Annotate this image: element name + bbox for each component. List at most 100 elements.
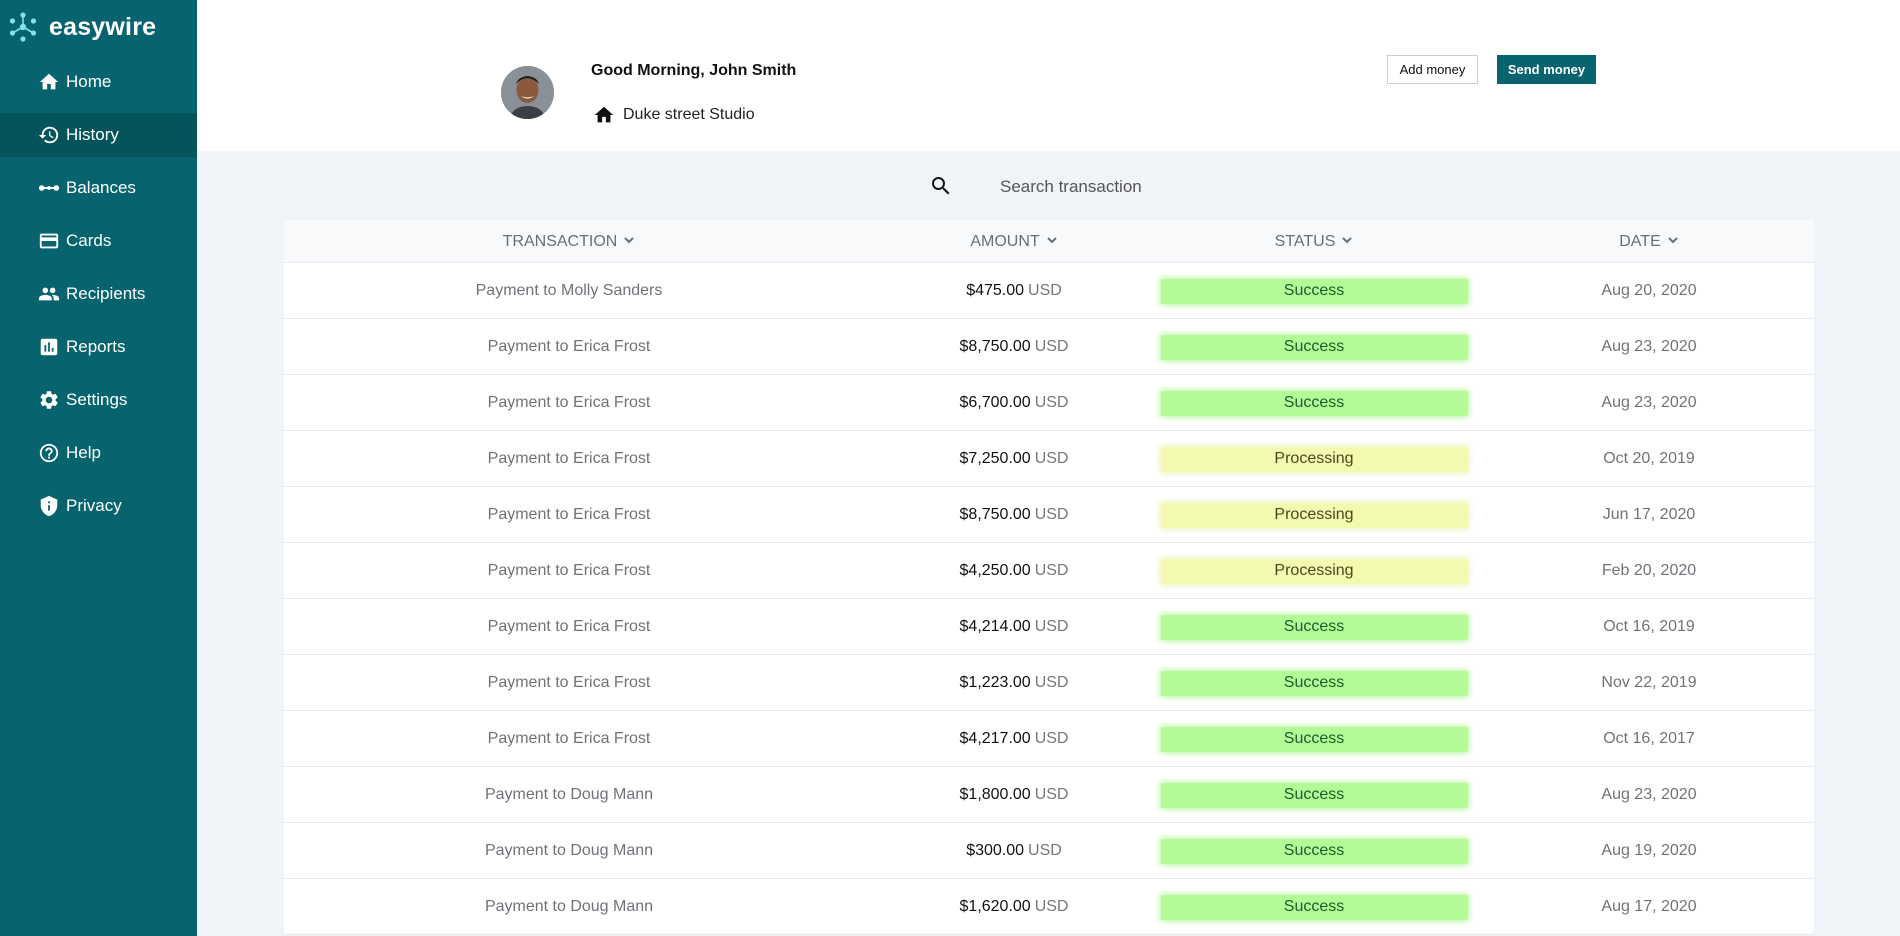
sidebar-item-home[interactable]: Home bbox=[0, 60, 197, 104]
table-row[interactable]: Payment to Erica Frost $7,250.00 USD Proces… bbox=[284, 431, 1814, 487]
column-label: AMOUNT bbox=[970, 232, 1040, 250]
column-header-amount[interactable]: AMOUNT bbox=[854, 220, 1174, 263]
table-row[interactable]: Payment to Erica Frost $1,223.00 USD Succes… bbox=[284, 655, 1814, 711]
table-row[interactable]: Payment to Doug Mann $300.00 USD Success Aug… bbox=[284, 823, 1814, 879]
table-row[interactable]: Payment to Molly Sanders $475.00 USD Succes… bbox=[284, 263, 1814, 319]
amount-cell: $4,250.00 USD bbox=[854, 543, 1174, 599]
send-money-button[interactable]: Send money bbox=[1497, 55, 1596, 84]
transaction-cell: Payment to Doug Mann bbox=[484, 842, 654, 859]
chevron-down-icon bbox=[1046, 236, 1057, 243]
sidebar-item-help[interactable]: Help bbox=[0, 431, 197, 475]
status-badge: Success bbox=[1160, 670, 1468, 696]
column-header-date[interactable]: DATE bbox=[1484, 220, 1814, 263]
sidebar-item-privacy[interactable]: Privacy bbox=[0, 484, 197, 528]
sidebar-item-label: History bbox=[66, 125, 119, 144]
sidebar-item-cards[interactable]: Cards bbox=[0, 219, 197, 263]
history-icon bbox=[37, 124, 60, 147]
status-badge: Processing bbox=[1160, 558, 1468, 584]
chevron-down-icon bbox=[1668, 236, 1678, 243]
status-cell: Success bbox=[1144, 599, 1484, 655]
table-row[interactable]: Payment to Doug Mann $1,800.00 USD Success A… bbox=[284, 767, 1814, 823]
sidebar-item-history[interactable]: History bbox=[0, 113, 197, 157]
sidebar-item-recipients[interactable]: Recipients bbox=[0, 272, 197, 316]
status-badge: Success bbox=[1160, 838, 1468, 864]
amount-currency: USD bbox=[1034, 338, 1069, 355]
status-badge: Success bbox=[1160, 782, 1468, 808]
table-body: Payment to Molly Sanders $475.00 USD Succes… bbox=[284, 263, 1814, 935]
amount-currency: USD bbox=[1034, 786, 1069, 803]
status-cell: Success bbox=[1144, 263, 1484, 319]
logo-icon bbox=[9, 12, 37, 42]
table-row[interactable]: Payment to Doug Mann $1,620.00 USD Success A… bbox=[284, 879, 1814, 935]
amount-value: $4,217.00 bbox=[959, 730, 1031, 747]
amount-value: $4,214.00 bbox=[959, 618, 1031, 635]
logo[interactable]: easywire bbox=[6, 9, 156, 45]
sidebar-item-label: Home bbox=[66, 72, 112, 91]
card-icon bbox=[37, 230, 60, 253]
sidebar-item-label: Recipients bbox=[66, 284, 146, 303]
sidebar-item-label: Balances bbox=[66, 178, 136, 197]
table-row[interactable]: Payment to Erica Frost $4,217.00 USD Succes… bbox=[284, 711, 1814, 767]
amount-cell: $1,223.00 USD bbox=[854, 655, 1174, 711]
table-row[interactable]: Payment to Erica Frost $4,214.00 USD Succes… bbox=[284, 599, 1814, 655]
status-cell: Processing bbox=[1144, 431, 1484, 487]
amount-cell: $4,214.00 USD bbox=[854, 599, 1174, 655]
amount-cell: $475.00 USD bbox=[854, 263, 1174, 319]
add-money-button[interactable]: Add money bbox=[1387, 55, 1478, 84]
amount-cell: $300.00 USD bbox=[854, 823, 1174, 879]
status-cell: Processing bbox=[1144, 543, 1484, 599]
amount-cell: $4,217.00 USD bbox=[854, 711, 1174, 767]
chart-icon bbox=[37, 336, 60, 359]
amount-value: $4,250.00 bbox=[959, 562, 1031, 579]
shield-icon bbox=[37, 495, 60, 518]
amount-value: $1,800.00 bbox=[959, 786, 1031, 803]
transaction-cell: Payment to Erica Frost bbox=[487, 674, 651, 691]
search-input[interactable] bbox=[1000, 172, 1340, 202]
table-row[interactable]: Payment to Erica Frost $8,750.00 USD Succes… bbox=[284, 319, 1814, 375]
amount-value: $8,750.00 bbox=[959, 338, 1031, 355]
location: Duke street Studio bbox=[593, 104, 755, 126]
amount-currency: USD bbox=[1034, 394, 1069, 411]
amount-value: $1,223.00 bbox=[959, 674, 1031, 691]
amount-currency: USD bbox=[1034, 562, 1069, 579]
status-badge: Success bbox=[1160, 278, 1468, 304]
sidebar-item-label: Privacy bbox=[66, 496, 122, 515]
status-badge: Success bbox=[1160, 614, 1468, 640]
amount-value: $1,620.00 bbox=[959, 898, 1031, 915]
column-header-status[interactable]: STATUS bbox=[1144, 220, 1484, 263]
table-row[interactable]: Payment to Erica Frost $8,750.00 USD Proces… bbox=[284, 487, 1814, 543]
table-row[interactable]: Payment to Erica Frost $6,700.00 USD Succes… bbox=[284, 375, 1814, 431]
column-label: TRANSACTION bbox=[502, 232, 618, 250]
avatar[interactable] bbox=[501, 66, 554, 119]
sidebar-item-label: Cards bbox=[66, 231, 112, 250]
gear-icon bbox=[37, 389, 60, 412]
transaction-cell: Payment to Molly Sanders bbox=[475, 282, 663, 299]
amount-cell: $8,750.00 USD bbox=[854, 319, 1174, 375]
balances-icon bbox=[37, 177, 60, 200]
status-cell: Success bbox=[1144, 823, 1484, 879]
column-label: DATE bbox=[1619, 232, 1661, 250]
transactions-table: TRANSACTION AMOUNT STATUS DATE Payment t… bbox=[284, 220, 1814, 935]
table-row[interactable]: Payment to Erica Frost $4,250.00 USD Proces… bbox=[284, 543, 1814, 599]
app-name: easywire bbox=[49, 12, 157, 41]
sidebar-item-balances[interactable]: Balances bbox=[0, 166, 197, 210]
amount-cell: $6,700.00 USD bbox=[854, 375, 1174, 431]
sidebar-item-settings[interactable]: Settings bbox=[0, 378, 197, 422]
sidebar-item-reports[interactable]: Reports bbox=[0, 325, 197, 369]
status-badge: Success bbox=[1160, 334, 1468, 360]
amount-currency: USD bbox=[1034, 898, 1069, 915]
amount-value: $300.00 bbox=[966, 842, 1025, 859]
status-badge: Success bbox=[1160, 726, 1468, 752]
transaction-cell: Payment to Erica Frost bbox=[487, 506, 651, 523]
column-header-transaction[interactable]: TRANSACTION bbox=[284, 220, 854, 263]
sidebar-item-label: Help bbox=[66, 443, 101, 462]
amount-value: $8,750.00 bbox=[959, 506, 1031, 523]
chevron-down-icon bbox=[1342, 236, 1353, 243]
home-icon bbox=[37, 71, 60, 94]
chevron-down-icon bbox=[624, 236, 635, 243]
date-cell: Aug 23, 2020 bbox=[1601, 338, 1697, 355]
search-icon[interactable] bbox=[929, 174, 953, 198]
amount-cell: $7,250.00 USD bbox=[854, 431, 1174, 487]
date-cell: Aug 23, 2020 bbox=[1601, 394, 1697, 411]
transaction-cell: Payment to Erica Frost bbox=[487, 562, 651, 579]
